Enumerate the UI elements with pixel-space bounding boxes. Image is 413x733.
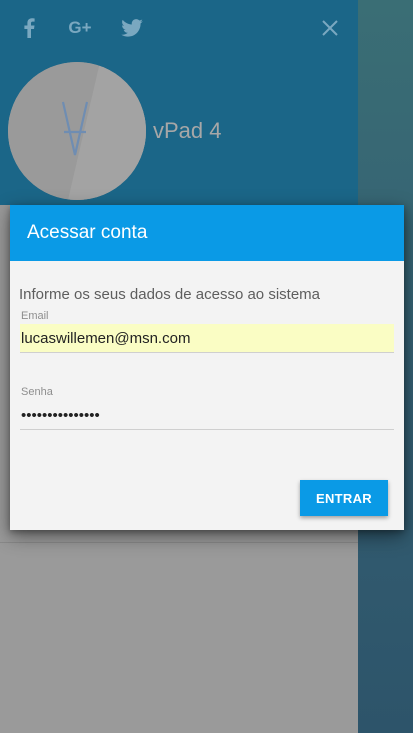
google-plus-label: G+ — [68, 18, 92, 37]
login-hint: Informe os seus dados de acesso ao siste… — [19, 286, 320, 303]
google-plus-icon[interactable]: G+ — [66, 16, 94, 40]
app-name: vPad 4 — [153, 118, 222, 143]
twitter-icon[interactable] — [120, 16, 144, 40]
password-field[interactable] — [20, 401, 394, 430]
email-label: Email — [21, 310, 49, 322]
close-icon[interactable] — [318, 16, 342, 40]
login-dialog: Acessar conta Informe os seus dados de a… — [10, 205, 404, 530]
drawer-divider — [0, 542, 358, 543]
login-button[interactable]: ENTRAR — [300, 480, 388, 516]
email-field[interactable] — [20, 324, 394, 353]
drawer-header: G+ vPad 4 — [0, 0, 358, 205]
password-label: Senha — [21, 386, 53, 398]
dialog-title-bar: Acessar conta — [10, 205, 404, 261]
facebook-icon[interactable] — [20, 16, 38, 40]
avatar — [8, 62, 146, 200]
dialog-title: Acessar conta — [27, 222, 148, 243]
